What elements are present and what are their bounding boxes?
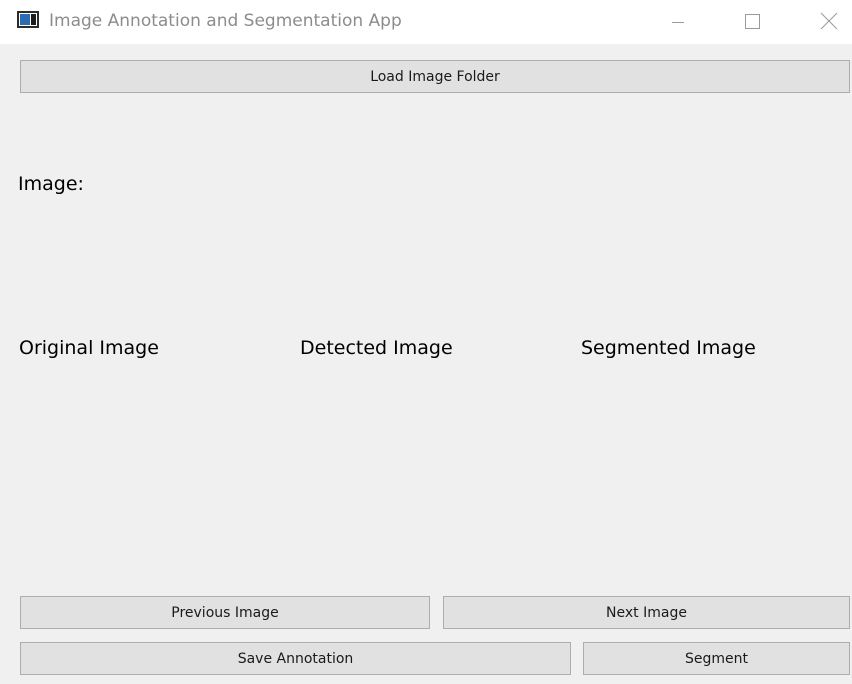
segment-button[interactable]: Segment: [583, 642, 850, 675]
window-title: Image Annotation and Segmentation App: [49, 11, 402, 31]
save-annotation-button[interactable]: Save Annotation: [20, 642, 571, 675]
title-bar[interactable]: Image Annotation and Segmentation App: [0, 0, 852, 44]
app-window: Image Annotation and Segmentation App Lo…: [0, 0, 852, 684]
original-image-label: Original Image: [19, 337, 159, 359]
maximize-icon: [745, 14, 760, 29]
segmented-image-label: Segmented Image: [581, 337, 756, 359]
previous-image-button[interactable]: Previous Image: [20, 596, 430, 629]
load-image-folder-button[interactable]: Load Image Folder: [20, 60, 850, 93]
maximize-button[interactable]: [731, 0, 777, 44]
minimize-icon: [672, 22, 684, 23]
close-button[interactable]: [806, 0, 852, 44]
app-window-icon: [17, 11, 39, 28]
minimize-button[interactable]: [663, 0, 709, 44]
detected-image-label: Detected Image: [300, 337, 453, 359]
close-icon: [820, 12, 838, 30]
image-label: Image:: [18, 173, 84, 195]
next-image-button[interactable]: Next Image: [443, 596, 850, 629]
